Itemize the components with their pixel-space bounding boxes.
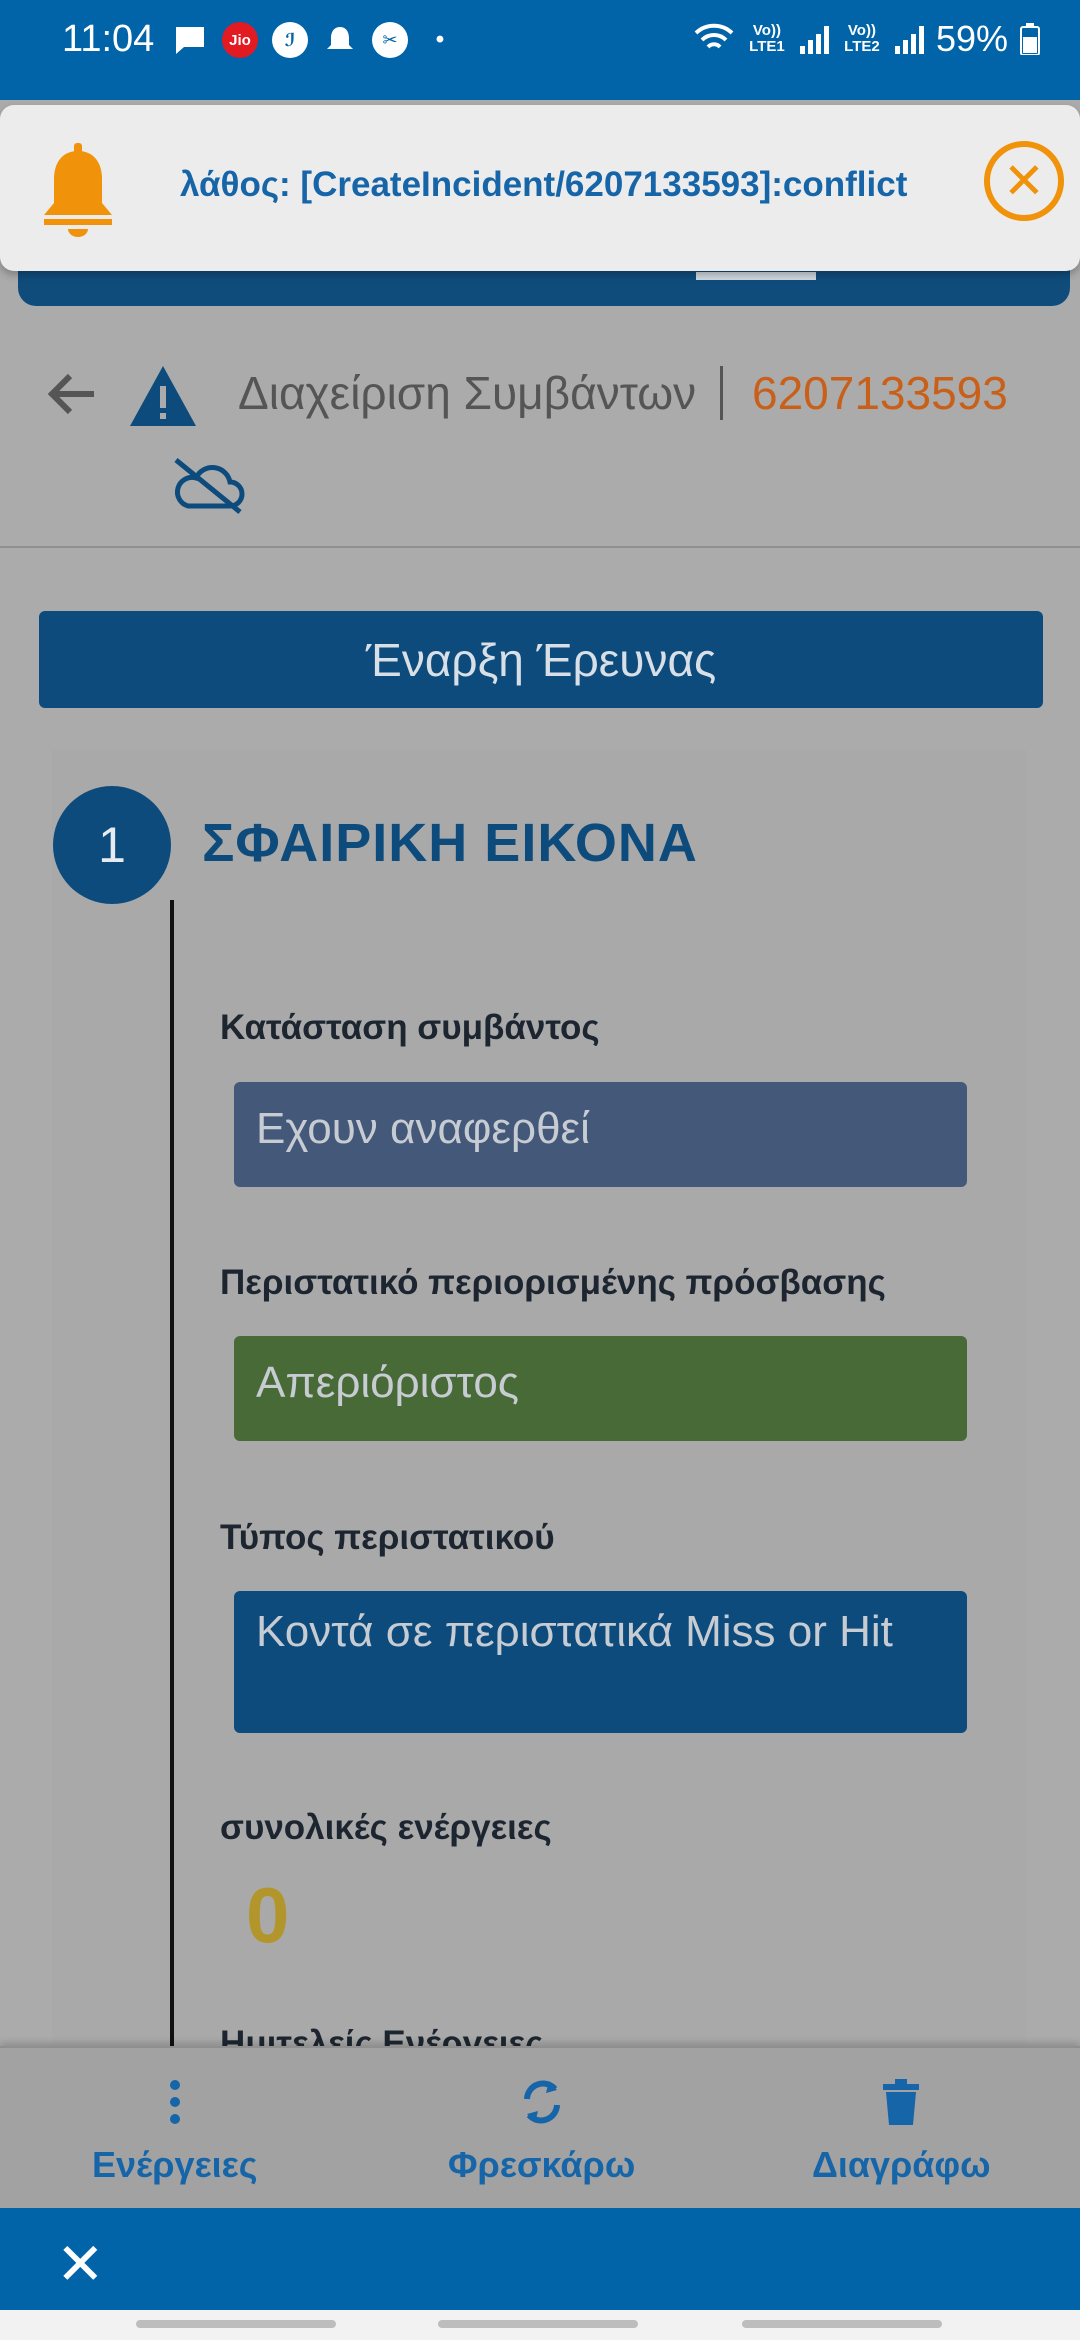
status-bar: 11:04 Jio ℐ ✂ • Vo)) LTE1 Vo)) LTE2 59% [0,0,1080,100]
nav-back[interactable] [742,2320,942,2328]
trash-icon [881,2072,921,2132]
nav-recent[interactable] [136,2320,336,2328]
signal-icon-2 [894,24,924,54]
cloud-off-icon [170,456,246,521]
actions-label: Ενέργειες [92,2144,258,2185]
wifi-icon [694,23,734,49]
message-icon [172,22,208,58]
close-icon[interactable]: ✕ [984,141,1064,221]
type-field[interactable]: Κοντά σε περιστατικά Miss or Hit [234,1591,967,1733]
bottom-actions: Ενέργειες Φρεσκάρω Διαγράφω [0,2046,1080,2210]
status-label: Κατάσταση συμβάντος [220,1008,600,1047]
bell-icon [40,141,116,237]
battery-icon [1020,23,1040,55]
access-field[interactable]: Απεριόριστος [234,1336,967,1441]
incident-id: 6207133593 [752,367,1008,419]
refresh-label: Φρεσκάρω [448,2144,636,2185]
notification-icon [322,22,358,58]
start-investigation-button[interactable]: Έναρξη Έρευνας [39,611,1043,708]
battery-percent: 59% [935,18,1008,59]
sim1-label: Vo)) LTE1 [749,22,785,55]
close-bottom-icon[interactable]: ✕ [56,2230,105,2298]
settings-icon: ✂ [372,22,408,58]
step-title: ΣΦΑΙΡΙΚΗ ΕΙΚΟΝΑ [202,813,698,873]
total-actions-value: 0 [246,1871,290,1959]
delete-label: Διαγράφω [812,2144,991,2185]
title-separator [720,366,723,420]
total-actions-label: συνολικές ενέργειες [220,1808,552,1847]
type-label: Τύπος περιστατικού [220,1518,555,1557]
back-arrow-icon[interactable] [44,366,100,435]
system-nav-bar [0,2310,1080,2340]
tab-indicator [696,272,816,280]
jio-icon: Jio [222,22,258,58]
status-field[interactable]: Εχουν αναφερθεί [234,1082,967,1187]
page-header: Διαχείριση Συμβάντων 6207133593 [0,306,1080,548]
actions-button[interactable]: Ενέργειες [92,2072,257,2186]
nav-home[interactable] [438,2320,638,2328]
step-line [170,900,174,2050]
status-time: 11:04 [62,18,155,60]
signal-icon [799,24,829,54]
error-notification: λάθος: [CreateIncident/6207133593]:confl… [0,105,1080,271]
refresh-button[interactable]: Φρεσκάρω [448,2072,635,2186]
error-message: λάθος: [CreateIncident/6207133593]:confl… [180,165,908,204]
bottom-bar: ✕ [0,2208,1080,2320]
step-number: 1 [53,786,171,904]
delete-button[interactable]: Διαγράφω [812,2072,991,2186]
more-vert-icon [165,2072,185,2132]
app-icon: ℐ [272,22,308,58]
page-title: Διαχείριση Συμβάντων [238,367,697,419]
refresh-icon [517,2072,567,2132]
status-right: Vo)) LTE1 Vo)) LTE2 59% [694,18,1040,60]
dot-icon: • [435,26,445,53]
warning-icon [128,364,198,433]
status-icons: Jio ℐ ✂ • [172,22,458,58]
access-label: Περιστατικό περιορισμένης πρόσβασης [220,1263,886,1302]
sim2-label: Vo)) LTE2 [844,22,880,55]
